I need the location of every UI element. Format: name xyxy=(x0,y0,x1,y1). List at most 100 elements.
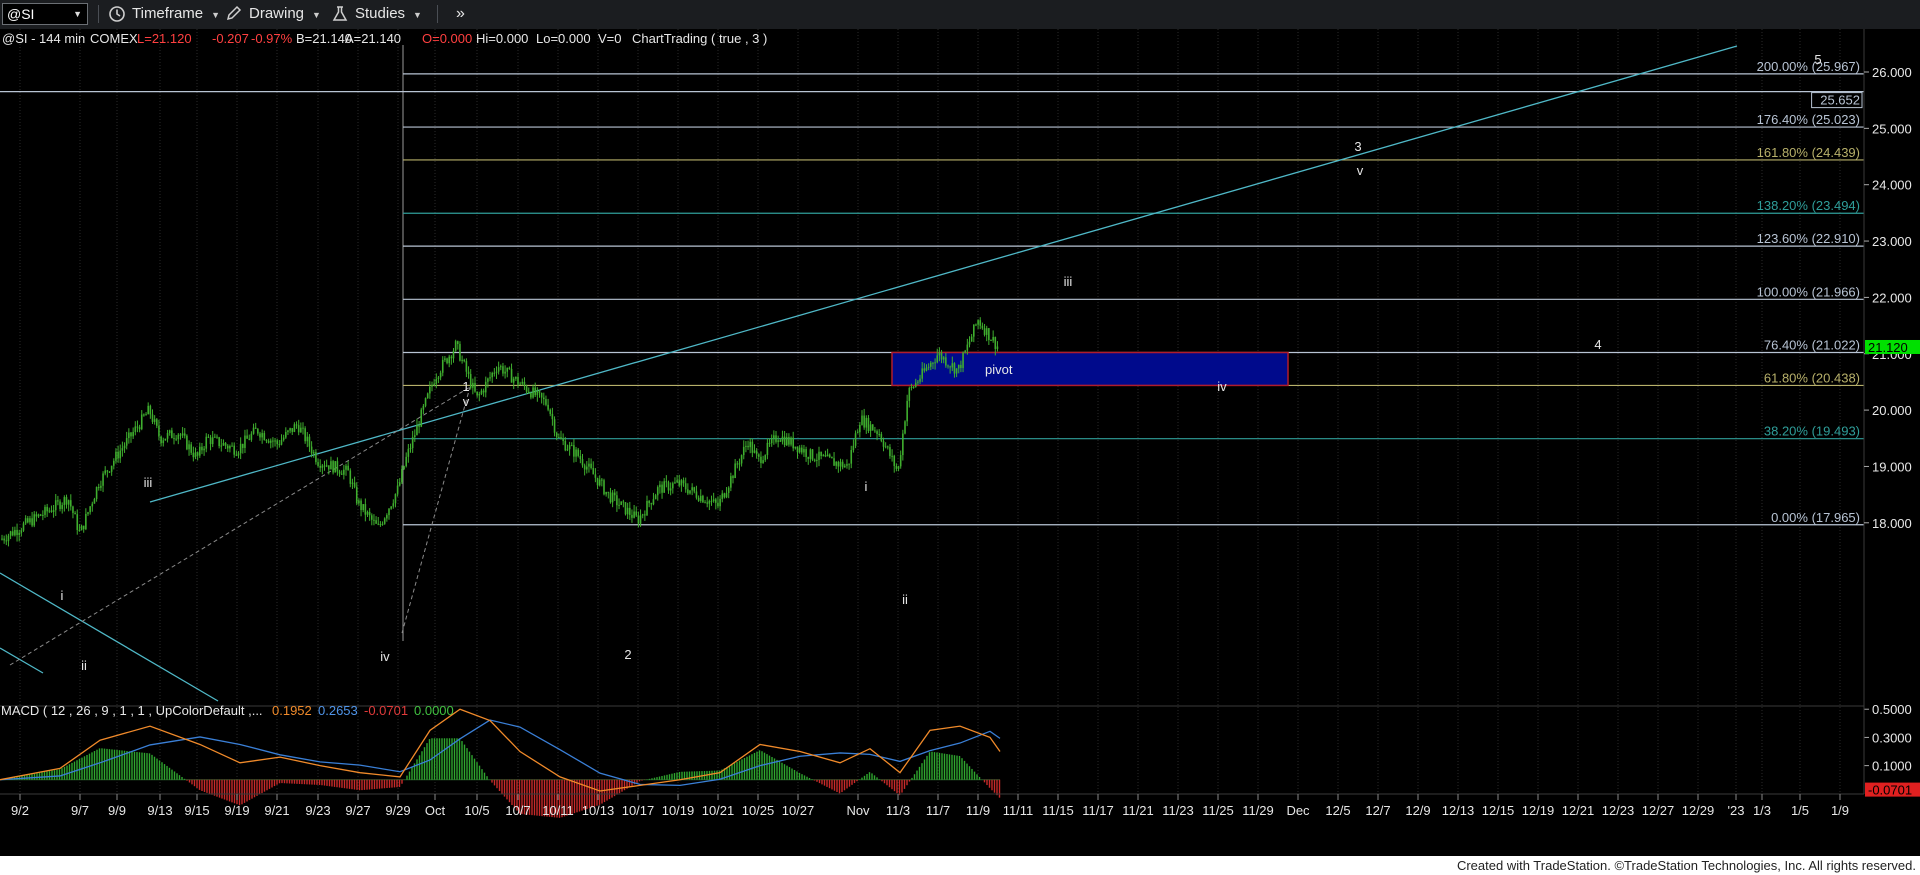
timeframe-button[interactable]: Timeframe ▼ xyxy=(132,3,220,25)
candle-body xyxy=(891,455,893,457)
candle-body xyxy=(102,473,104,486)
date-label: 12/15 xyxy=(1482,803,1515,818)
candle-body xyxy=(57,500,59,502)
candle-body xyxy=(697,497,700,501)
candle-body xyxy=(454,341,457,351)
candle-body xyxy=(29,518,31,523)
candle-body xyxy=(269,440,272,443)
candle-body xyxy=(493,372,496,374)
candle-body xyxy=(63,497,66,506)
candle-body xyxy=(196,452,199,456)
candle-body xyxy=(932,362,934,364)
candle-body xyxy=(35,514,38,517)
fib-level-label: 123.60% (22.910) xyxy=(1757,231,1860,246)
candle-body xyxy=(267,440,270,443)
candle-body xyxy=(848,463,850,465)
candle-body xyxy=(878,434,880,436)
candle-body xyxy=(629,507,631,515)
candle-body xyxy=(910,386,913,388)
candle-body xyxy=(721,493,724,499)
candle-body xyxy=(97,487,100,489)
candle-body xyxy=(794,446,797,449)
macd-axis-label: 0.1000 xyxy=(1872,759,1912,774)
candle-body xyxy=(717,502,719,507)
date-label: 11/7 xyxy=(926,803,950,818)
candle-body xyxy=(917,381,919,383)
candle-body xyxy=(506,367,509,372)
candle-body xyxy=(429,386,431,394)
candle-body xyxy=(809,449,812,459)
candle-body xyxy=(779,440,782,442)
symbol-info-line: @SI - 144 min COMEX L=21.120 -0.207 -0.9… xyxy=(2,31,767,46)
date-label: 12/7 xyxy=(1365,803,1390,818)
candle-body xyxy=(119,450,122,459)
candle-body xyxy=(435,378,438,384)
fib-level-label: 161.80% (24.439) xyxy=(1757,145,1860,160)
candle-body xyxy=(687,489,689,494)
candle-body xyxy=(171,430,173,439)
date-label: 9/7 xyxy=(71,803,89,818)
candle-body xyxy=(42,514,44,516)
candle-body xyxy=(366,511,369,515)
price-axis[interactable]: 26.00025.00024.00023.00022.00021.00020.0… xyxy=(1864,65,1912,531)
ask-value: A=21.140 xyxy=(345,31,401,46)
candle-body xyxy=(504,371,506,374)
net-change: -0.207 xyxy=(212,31,249,46)
candle-body xyxy=(955,368,958,374)
study-name: ChartTrading ( true , 3 ) xyxy=(632,31,767,46)
fib-level-label: 138.20% (23.494) xyxy=(1757,198,1860,213)
candle-body xyxy=(540,392,543,398)
candle-body xyxy=(669,488,672,491)
candle-body xyxy=(291,428,294,432)
candle-body xyxy=(871,424,874,431)
date-label: 10/17 xyxy=(622,803,655,818)
fib-level-label: 200.00% (25.967) xyxy=(1757,59,1860,74)
studies-button[interactable]: Studies ▼ xyxy=(355,3,422,25)
candle-body xyxy=(93,498,96,504)
candle-body xyxy=(611,492,614,503)
candle-body xyxy=(276,440,278,445)
chevron-down-icon[interactable]: ▼ xyxy=(73,4,82,24)
candle-body xyxy=(82,525,85,530)
candle-body xyxy=(867,417,870,431)
candle-body xyxy=(523,381,526,387)
candle-body xyxy=(839,461,842,467)
candle-body xyxy=(439,372,442,378)
candle-body xyxy=(257,428,259,434)
date-label: 9/9 xyxy=(108,803,126,818)
candle-body xyxy=(676,480,678,483)
candle-body xyxy=(355,486,358,504)
candle-body xyxy=(742,446,745,456)
candle-body xyxy=(525,386,528,392)
price-axis-label: 26.000 xyxy=(1872,65,1912,80)
candle-body xyxy=(274,440,276,442)
candle-body xyxy=(992,337,994,341)
candle-body xyxy=(633,511,635,518)
date-label: 9/23 xyxy=(305,803,330,818)
candle-body xyxy=(381,523,384,525)
more-tools-button[interactable]: » xyxy=(456,3,465,25)
macd-info-line: MACD ( 12 , 26 , 9 , 1 , 1 , UpColorDefa… xyxy=(1,703,454,718)
date-label: 9/29 xyxy=(385,803,410,818)
candle-body xyxy=(250,433,253,440)
candle-body xyxy=(424,398,427,406)
low-value: Lo=0.000 xyxy=(536,31,591,46)
candle-body xyxy=(811,449,814,460)
pivot-box[interactable] xyxy=(891,351,1289,387)
candle-body xyxy=(708,500,711,504)
price-chart[interactable]: 200.00% (25.967)25.652176.40% (25.023)16… xyxy=(0,29,1920,856)
candle-body xyxy=(207,436,210,438)
candle-body xyxy=(216,436,218,438)
candle-body xyxy=(377,523,380,525)
candle-body xyxy=(768,442,771,444)
candle-body xyxy=(5,540,8,542)
candle-body xyxy=(586,466,588,470)
symbol-input[interactable]: @SI ▼ xyxy=(2,3,88,25)
drawing-button[interactable]: Drawing ▼ xyxy=(249,3,321,25)
high-value: Hi=0.000 xyxy=(476,31,528,46)
candle-body xyxy=(426,393,429,399)
candle-body xyxy=(865,417,868,428)
candle-body xyxy=(964,350,966,353)
candle-body xyxy=(295,424,298,426)
date-label: 12/9 xyxy=(1405,803,1430,818)
